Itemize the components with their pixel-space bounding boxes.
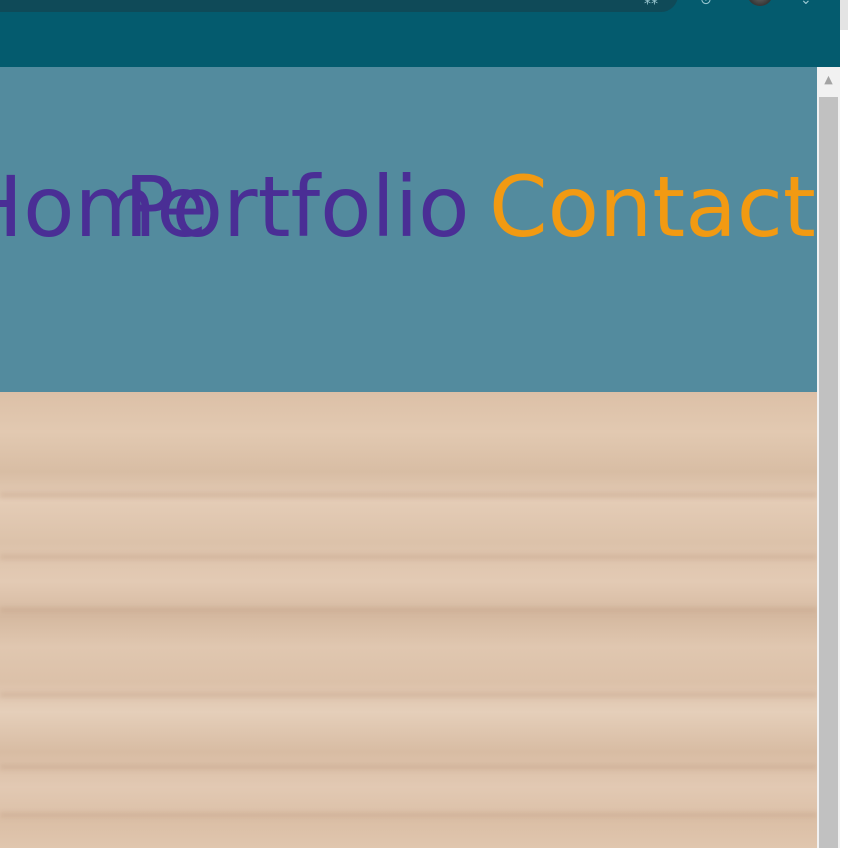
wood-grain-line	[0, 607, 817, 613]
window-edge	[840, 0, 848, 848]
nav-link-portfolio[interactable]: Portfolio	[124, 157, 470, 257]
vertical-scrollbar[interactable]: ▲	[817, 67, 840, 848]
extensions-icon[interactable]: ⁂	[644, 0, 658, 8]
wood-grain-line	[0, 812, 817, 818]
wood-texture-background	[0, 392, 817, 848]
chevron-down-icon[interactable]: ⌄	[800, 0, 812, 8]
scroll-up-arrow-icon[interactable]: ▲	[817, 67, 840, 97]
wood-grain-line	[0, 692, 817, 698]
scrollbar-thumb[interactable]	[819, 97, 838, 848]
profile-avatar[interactable]	[747, 0, 773, 6]
wood-grain-line	[0, 764, 817, 770]
address-bar[interactable]	[0, 0, 678, 12]
tab-search-icon[interactable]: ⊙	[700, 0, 712, 8]
nav-link-contact[interactable]: Contact	[489, 157, 816, 257]
site-header: Home Portfolio Contact	[0, 67, 817, 392]
wood-grain-line	[0, 554, 817, 560]
browser-toolbar: ⁂ ⊙ ⌄	[0, 0, 840, 68]
wood-grain-line	[0, 492, 817, 498]
window-edge-top	[840, 0, 848, 30]
